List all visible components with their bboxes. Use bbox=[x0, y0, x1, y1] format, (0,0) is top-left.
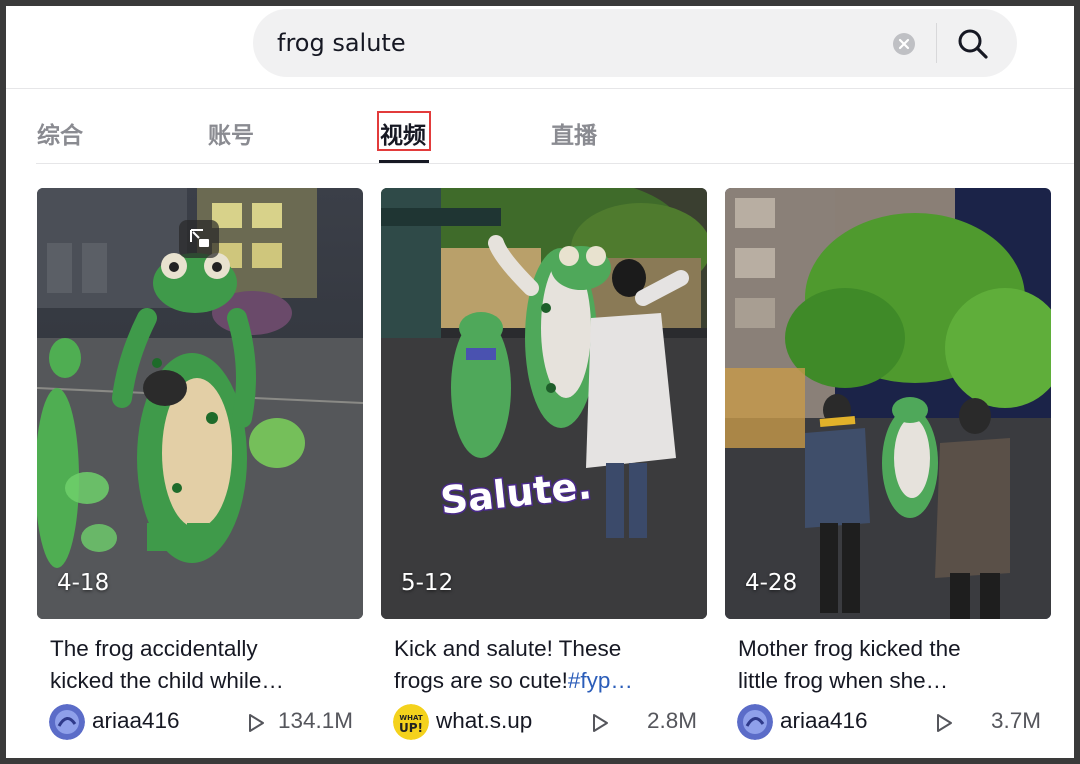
video-card[interactable]: 4-28 Mother frog kicked the little frog … bbox=[725, 188, 1051, 748]
app-frame: frog salute 综合 账号 视频 直播 4-18 The frog ac… bbox=[6, 6, 1074, 758]
video-title[interactable]: Kick and salute! These frogs are so cute… bbox=[394, 633, 694, 697]
view-count: 2.8M bbox=[646, 708, 697, 733]
video-card[interactable]: Salute. 5-12 Kick and salute! These frog… bbox=[381, 188, 707, 748]
video-title[interactable]: The frog accidentally kicked the child w… bbox=[50, 633, 350, 697]
video-date: 5-12 bbox=[401, 570, 454, 596]
play-icon bbox=[935, 713, 953, 733]
video-title-line: kicked the child while… bbox=[50, 668, 284, 693]
video-thumbnail[interactable] bbox=[37, 188, 363, 619]
header: frog salute bbox=[6, 6, 1074, 89]
video-card[interactable]: 4-18 The frog accidentally kicked the ch… bbox=[37, 188, 363, 748]
author-name[interactable]: what.s.up bbox=[436, 708, 532, 734]
picture-in-picture-icon[interactable] bbox=[179, 220, 219, 258]
author-name[interactable]: ariaa416 bbox=[780, 708, 868, 734]
tab-general[interactable]: 综合 bbox=[37, 116, 83, 150]
video-title[interactable]: Mother frog kicked the little frog when … bbox=[738, 633, 1038, 697]
search-divider bbox=[936, 23, 937, 63]
svg-text:UP!: UP! bbox=[399, 721, 423, 735]
video-title-line: Kick and salute! These bbox=[394, 636, 622, 661]
avatar[interactable] bbox=[49, 704, 85, 740]
view-count: 3.7M bbox=[990, 708, 1041, 733]
header-divider bbox=[6, 88, 1074, 89]
overlay-caption: Salute. bbox=[438, 463, 593, 523]
tabs-divider bbox=[36, 163, 1074, 164]
search-tabs: 综合 账号 视频 直播 bbox=[6, 106, 1074, 164]
avatar[interactable] bbox=[737, 704, 773, 740]
tab-live[interactable]: 直播 bbox=[551, 116, 597, 150]
video-date: 4-18 bbox=[57, 570, 110, 596]
video-meta: ariaa416 134.1M bbox=[49, 702, 353, 742]
clear-icon[interactable] bbox=[893, 33, 915, 55]
avatar[interactable]: WHAT UP! bbox=[393, 704, 429, 740]
video-title-line: Mother frog kicked the bbox=[738, 636, 961, 661]
video-meta: WHAT UP! what.s.up 2.8M bbox=[393, 702, 697, 742]
view-count: 134.1M bbox=[277, 708, 353, 733]
search-icon[interactable] bbox=[956, 27, 990, 61]
video-meta: ariaa416 3.7M bbox=[737, 702, 1041, 742]
video-title-line: little frog when she… bbox=[738, 668, 949, 693]
video-title-text: frogs are so cute! bbox=[394, 668, 568, 693]
video-title-line: frogs are so cute!#fyp… bbox=[394, 665, 694, 697]
hashtag-link[interactable]: #fyp… bbox=[568, 668, 633, 693]
video-date: 4-28 bbox=[745, 570, 798, 596]
tab-accounts[interactable]: 账号 bbox=[208, 116, 254, 150]
play-icon bbox=[591, 713, 609, 733]
tab-highlight-box bbox=[377, 111, 431, 151]
author-name[interactable]: ariaa416 bbox=[92, 708, 180, 734]
video-thumbnail[interactable] bbox=[725, 188, 1051, 619]
video-title-line: The frog accidentally bbox=[50, 636, 258, 661]
search-bar[interactable]: frog salute bbox=[253, 9, 1017, 77]
play-icon bbox=[247, 713, 265, 733]
search-input[interactable]: frog salute bbox=[277, 29, 406, 57]
video-thumbnail[interactable]: Salute. bbox=[381, 188, 707, 619]
